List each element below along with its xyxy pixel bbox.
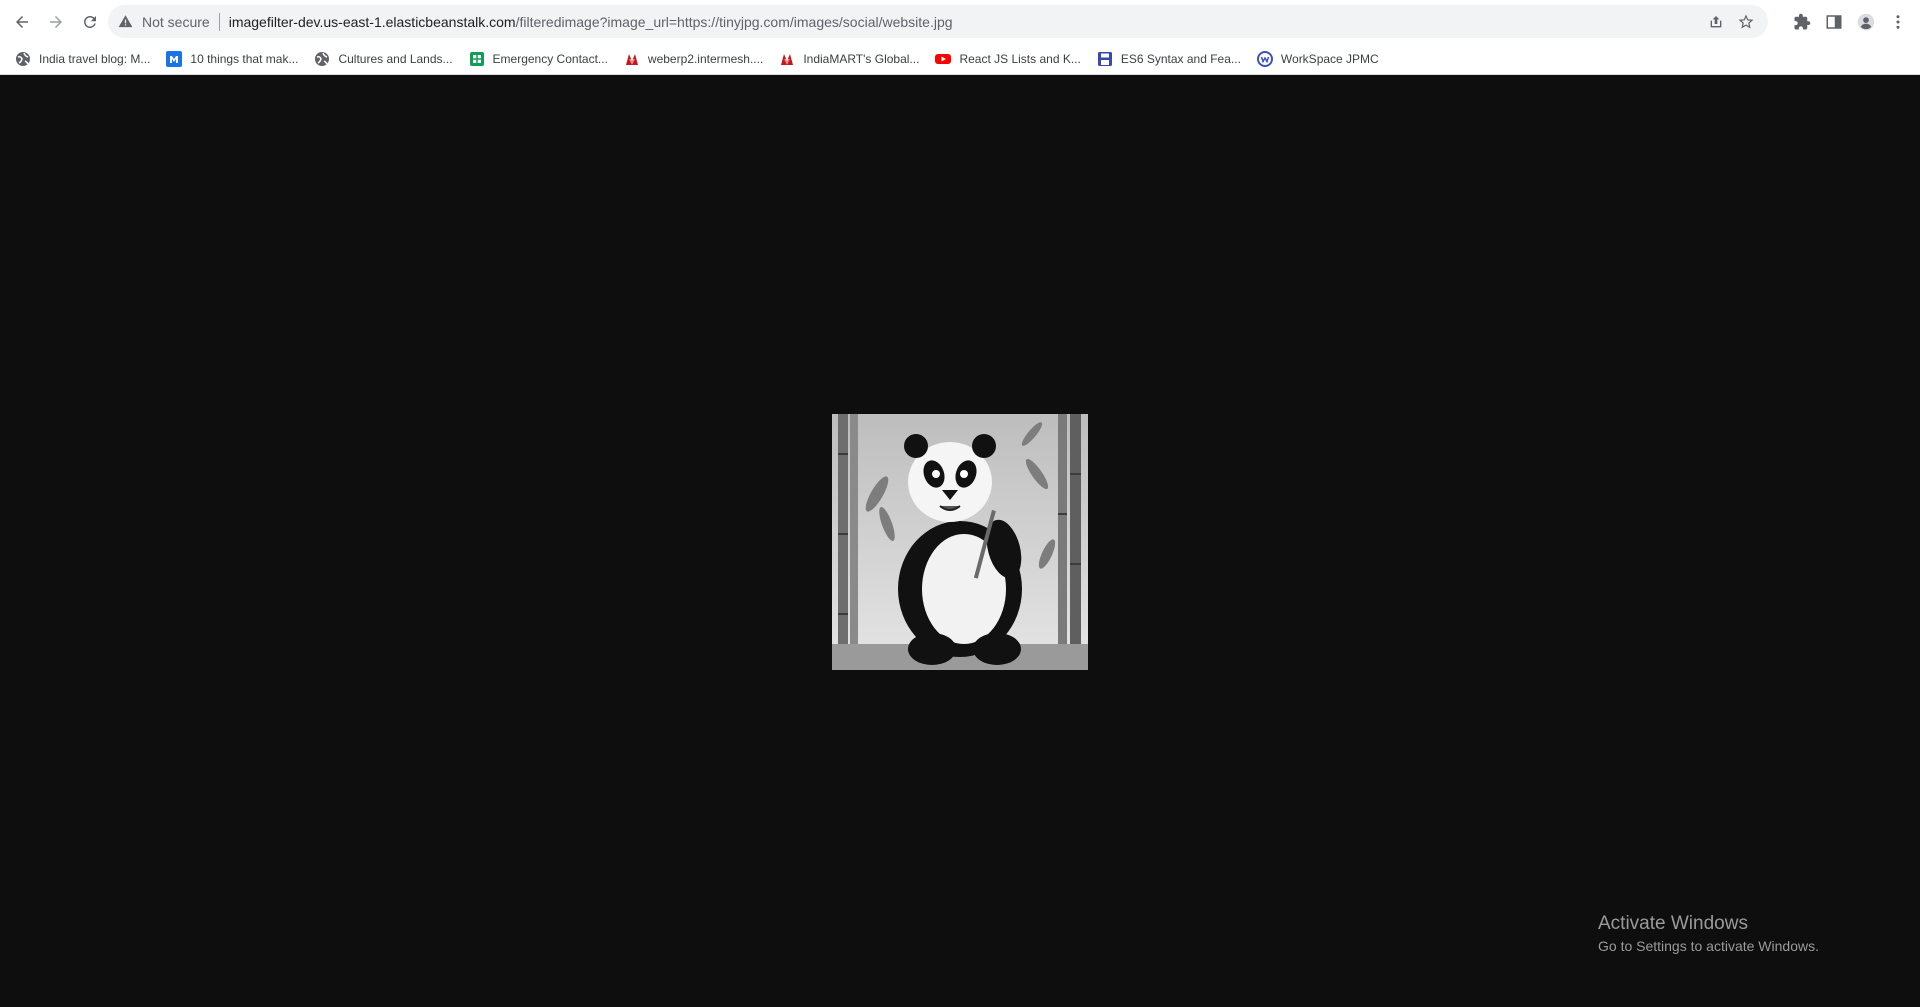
- side-panel-icon: [1826, 14, 1842, 29]
- url-host[interactable]: imagefilter-dev.us-east-1.elasticbeansta…: [229, 14, 516, 30]
- m-logo-icon: [166, 50, 183, 67]
- back-arrow-icon: [16, 15, 28, 28]
- youtube-icon: [935, 51, 952, 67]
- bookmark-label: IndiaMART's Global...: [803, 51, 920, 66]
- address-bar[interactable]: Not secure imagefilter-dev.us-east-1.ela…: [108, 5, 1768, 38]
- activate-windows-title: Activate Windows: [1598, 913, 1748, 934]
- save-icon: [1097, 51, 1113, 67]
- menu-button[interactable]: [1882, 6, 1914, 38]
- bookmark-item[interactable]: 10 things that mak...: [159, 45, 305, 73]
- bookmark-label: ES6 Syntax and Fea...: [1120, 51, 1241, 66]
- not-secure-label[interactable]: Not secure: [142, 14, 210, 30]
- bookmark-label: Cultures and Lands...: [338, 51, 453, 66]
- bookmark-label: WorkSpace JPMC: [1280, 51, 1379, 66]
- share-icon[interactable]: [1708, 14, 1724, 30]
- forward-arrow-icon: [50, 15, 62, 28]
- filtered-image[interactable]: [832, 414, 1088, 670]
- bookmark-label: Emergency Contact...: [492, 51, 608, 66]
- bookmark-item[interactable]: Cultures and Lands...: [307, 45, 459, 73]
- back-button[interactable]: [6, 6, 38, 38]
- reload-icon: [83, 15, 96, 28]
- side-panel-button[interactable]: [1818, 6, 1850, 38]
- indiamart-icon: [779, 51, 795, 67]
- profile-button[interactable]: [1850, 6, 1882, 38]
- warning-icon[interactable]: [118, 14, 134, 30]
- browser-toolbar: Not secure imagefilter-dev.us-east-1.ela…: [0, 0, 1920, 43]
- toolbar-right-actions: [1786, 0, 1920, 43]
- bookmark-item[interactable]: ES6 Syntax and Fea...: [1090, 45, 1248, 73]
- profile-avatar-icon: [1857, 13, 1875, 30]
- bookmarks-bar: India travel blog: M... 10 things that ma…: [0, 43, 1920, 75]
- bookmark-label: India travel blog: M...: [39, 51, 151, 66]
- bookmark-label: React JS Lists and K...: [959, 51, 1081, 66]
- panda-image: [832, 414, 1088, 670]
- workspace-icon: [1256, 50, 1273, 67]
- bookmark-item[interactable]: weberp2.intermesh....: [617, 45, 770, 73]
- extensions-button[interactable]: [1786, 6, 1818, 38]
- bookmark-label: weberp2.intermesh....: [647, 51, 764, 66]
- activate-windows-watermark: Activate Windows Go to Settings to activ…: [1598, 913, 1819, 954]
- url-path[interactable]: /filteredimage?image_url=https://tinyjpg…: [516, 14, 953, 30]
- omnibox-divider: [218, 12, 220, 31]
- activate-windows-subtitle: Go to Settings to activate Windows.: [1598, 938, 1819, 954]
- forward-button[interactable]: [40, 6, 72, 38]
- omnibox-actions: [1708, 5, 1754, 38]
- globe-icon: [314, 51, 330, 67]
- bookmark-label: 10 things that mak...: [190, 51, 299, 66]
- bookmark-item[interactable]: India travel blog: M...: [8, 45, 157, 73]
- page-viewport: Activate Windows Go to Settings to activ…: [0, 75, 1920, 1007]
- reload-button[interactable]: [74, 6, 106, 38]
- globe-icon: [15, 51, 31, 67]
- bookmark-item[interactable]: Emergency Contact...: [462, 45, 615, 73]
- puzzle-icon: [1794, 13, 1811, 29]
- indiamart-icon: [624, 51, 640, 67]
- bookmark-star-icon[interactable]: [1738, 14, 1754, 30]
- kebab-menu-icon: [1896, 14, 1900, 29]
- bookmark-item[interactable]: IndiaMART's Global...: [772, 45, 926, 73]
- sheets-icon: [469, 51, 485, 67]
- bookmark-item[interactable]: WorkSpace JPMC: [1250, 45, 1386, 73]
- bookmark-item[interactable]: React JS Lists and K...: [928, 45, 1087, 73]
